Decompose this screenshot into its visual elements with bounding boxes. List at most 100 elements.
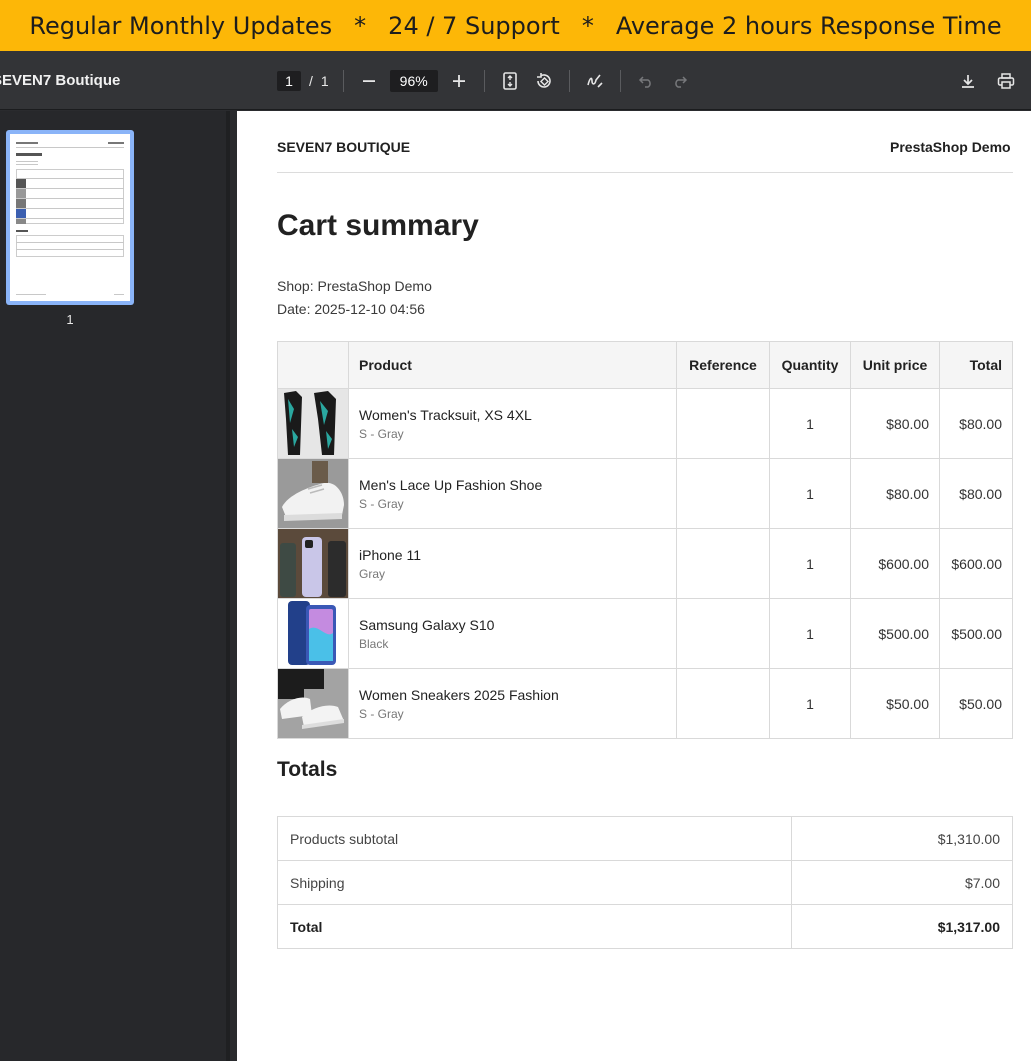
product-name: Samsung Galaxy S10 xyxy=(359,616,495,633)
date-line: Date: 2025-12-10 04:56 xyxy=(277,301,425,317)
product-attributes: S - Gray xyxy=(359,706,404,721)
totals-table: Products subtotal $1,310.00 Shipping $7.… xyxy=(277,816,1013,949)
product-image-cell xyxy=(277,388,349,459)
minus-icon xyxy=(362,80,375,82)
totals-value: $1,317.00 xyxy=(791,904,1013,949)
undo-icon xyxy=(638,76,651,88)
table-row: Women Sneakers 2025 Fashion S - Gray 1 $… xyxy=(277,668,1013,739)
cart-items-table: Product Reference Quantity Unit price To… xyxy=(277,341,1013,739)
banner-separator: * xyxy=(581,11,594,40)
product-image-shoe xyxy=(278,459,348,528)
zoom-out-button[interactable] xyxy=(358,70,380,92)
table-row: iPhone 11 Gray 1 $600.00 $600.00 xyxy=(277,528,1013,599)
store-header: PrestaShop Demo xyxy=(890,139,1011,155)
annotate-button[interactable] xyxy=(584,70,606,92)
unit-price-cell: $80.00 xyxy=(850,458,940,529)
totals-value: $7.00 xyxy=(791,860,1013,905)
reference-cell xyxy=(676,458,770,529)
banner-separator: * xyxy=(354,11,367,40)
pdf-page: SEVEN7 BOUTIQUE PrestaShop Demo Cart sum… xyxy=(237,111,1031,1061)
quantity-cell: 1 xyxy=(769,528,851,599)
banner-item-updates: Regular Monthly Updates xyxy=(29,11,333,40)
toolbar-divider xyxy=(568,70,570,92)
total-pages: 1 xyxy=(320,73,329,89)
product-image-cell xyxy=(277,458,349,529)
page-number-input[interactable]: 1 xyxy=(277,71,301,91)
totals-label: Products subtotal xyxy=(277,816,792,861)
table-row: Men's Lace Up Fashion Shoe S - Gray 1 $8… xyxy=(277,458,1013,529)
image-column-header xyxy=(277,341,349,389)
plus-icon xyxy=(452,75,465,87)
toolbar-right-controls xyxy=(957,70,1017,92)
product-cell: Women's Tracksuit, XS 4XL S - Gray xyxy=(348,388,677,459)
product-name: iPhone 11 xyxy=(359,546,422,563)
totals-label: Shipping xyxy=(277,860,792,905)
product-cell: iPhone 11 Gray xyxy=(348,528,677,599)
page-thumbnail[interactable] xyxy=(6,130,134,305)
rotate-icon xyxy=(536,73,551,88)
print-icon xyxy=(997,73,1015,89)
product-cell: Women Sneakers 2025 Fashion S - Gray xyxy=(348,668,677,739)
totals-row-subtotal: Products subtotal $1,310.00 xyxy=(277,816,1013,861)
column-header-product: Product xyxy=(348,341,677,389)
redo-button[interactable] xyxy=(669,70,691,92)
table-row: Women's Tracksuit, XS 4XL S - Gray 1 $80… xyxy=(277,388,1013,459)
product-attributes: S - Gray xyxy=(359,496,404,511)
toolbar-divider xyxy=(342,70,344,92)
banner-item-support: 24 / 7 Support xyxy=(388,11,560,40)
print-button[interactable] xyxy=(995,70,1017,92)
total-cell: $500.00 xyxy=(939,598,1013,669)
totals-value: $1,310.00 xyxy=(791,816,1013,861)
page-title: Cart summary xyxy=(277,209,479,242)
column-header-quantity: Quantity xyxy=(769,341,851,389)
page-separator: / xyxy=(309,73,313,89)
header-divider xyxy=(277,172,1013,173)
quantity-cell: 1 xyxy=(769,598,851,669)
shop-line: Shop: PrestaShop Demo xyxy=(277,278,432,294)
column-header-reference: Reference xyxy=(676,341,770,389)
product-attributes: S - Gray xyxy=(359,426,404,441)
fit-to-page-button[interactable] xyxy=(499,70,521,92)
undo-button[interactable] xyxy=(635,70,657,92)
pen-squiggle-icon xyxy=(586,74,603,88)
download-icon xyxy=(962,75,974,88)
toolbar-divider xyxy=(483,70,485,92)
table-header-row: Product Reference Quantity Unit price To… xyxy=(277,341,1013,389)
product-image-tracksuit xyxy=(278,389,348,458)
product-name: Men's Lace Up Fashion Shoe xyxy=(359,476,543,493)
reference-cell xyxy=(676,528,770,599)
product-name: Women Sneakers 2025 Fashion xyxy=(359,686,559,703)
thumbnail-sidebar: 1 xyxy=(0,111,230,1061)
pdf-toolbar: SEVEN7 Boutique 1 / 1 96% xyxy=(0,51,1031,110)
total-cell: $80.00 xyxy=(939,458,1013,529)
product-image-cell xyxy=(277,668,349,739)
totals-label: Total xyxy=(277,904,792,949)
reference-cell xyxy=(676,668,770,739)
fit-page-icon xyxy=(502,72,517,90)
totals-heading: Totals xyxy=(277,758,338,781)
zoom-level-input[interactable]: 96% xyxy=(389,70,438,92)
product-image-iphone xyxy=(278,529,348,598)
total-cell: $50.00 xyxy=(939,668,1013,739)
quantity-cell: 1 xyxy=(769,458,851,529)
product-image-cell xyxy=(277,528,349,599)
unit-price-cell: $80.00 xyxy=(850,388,940,459)
product-image-galaxy xyxy=(278,599,348,668)
column-header-total: Total xyxy=(939,341,1013,389)
thumbnail-page-preview xyxy=(10,134,130,301)
table-row: Samsung Galaxy S10 Black 1 $500.00 $500.… xyxy=(277,598,1013,669)
rotate-button[interactable] xyxy=(533,70,555,92)
product-attributes: Gray xyxy=(359,566,386,581)
unit-price-cell: $50.00 xyxy=(850,668,940,739)
total-cell: $80.00 xyxy=(939,388,1013,459)
totals-row-shipping: Shipping $7.00 xyxy=(277,860,1013,905)
product-image-sneakers xyxy=(278,669,348,738)
zoom-in-button[interactable] xyxy=(448,70,470,92)
reference-cell xyxy=(676,388,770,459)
document-title: SEVEN7 Boutique xyxy=(0,72,121,89)
product-image-cell xyxy=(277,598,349,669)
download-button[interactable] xyxy=(957,70,979,92)
product-cell: Men's Lace Up Fashion Shoe S - Gray xyxy=(348,458,677,529)
product-cell: Samsung Galaxy S10 Black xyxy=(348,598,677,669)
product-attributes: Black xyxy=(359,636,389,651)
